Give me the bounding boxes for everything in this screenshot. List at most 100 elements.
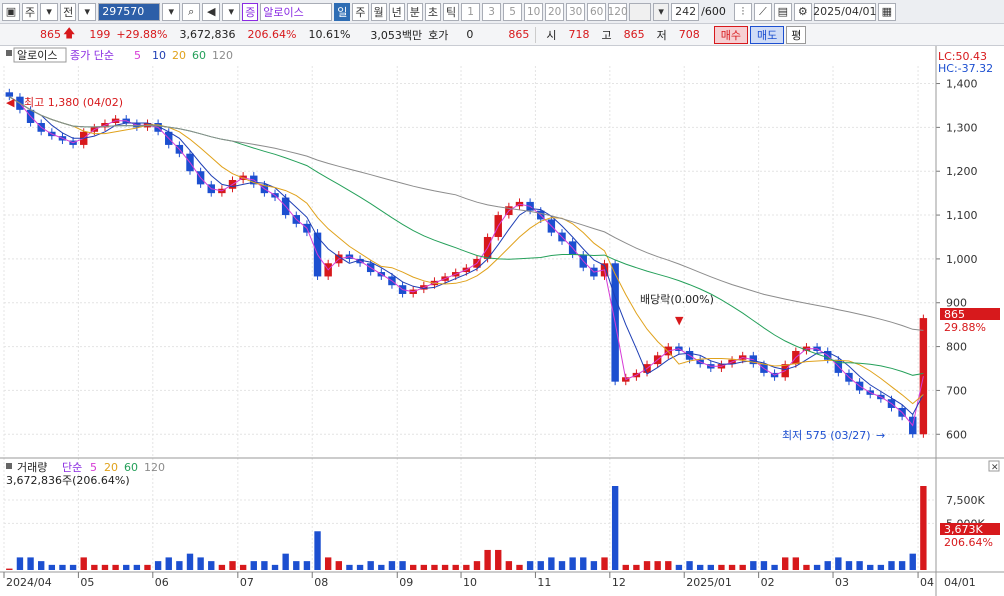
stock-code-input[interactable]: 297570 (98, 2, 161, 21)
volume-bar (728, 564, 736, 570)
tab-timeframe-minute[interactable]: 분 (406, 2, 423, 21)
chevron-down-icon[interactable]: ▾ (40, 2, 59, 21)
tab-timeframe-week[interactable]: 주 (352, 2, 369, 21)
volume-bar (282, 553, 289, 570)
volume-bar (165, 557, 172, 570)
mode-select[interactable]: 전 (60, 2, 77, 21)
x-tick-label: 04/01 (944, 576, 976, 589)
volume-bar (558, 561, 566, 570)
volume-bar (48, 564, 56, 570)
volume-bar (367, 561, 374, 570)
ma60-label: 60 (192, 49, 206, 62)
calendar-icon[interactable]: ▦ (877, 2, 896, 21)
period-button[interactable]: 10 (524, 2, 544, 21)
chevron-down-icon[interactable]: ▾ (78, 2, 97, 21)
volume-bar (399, 561, 406, 570)
count-input[interactable]: 242 (671, 2, 700, 21)
chevron-down-icon[interactable]: ▾ (162, 2, 181, 21)
tab-timeframe-day[interactable]: 일 (334, 2, 351, 21)
volume-bar (696, 564, 704, 570)
volume-bar (771, 564, 778, 570)
period-button[interactable]: 20 (545, 2, 565, 21)
volume-bar (356, 564, 364, 570)
x-tick-label: 10 (463, 576, 477, 589)
volume-bar (431, 564, 438, 570)
chart-layout-icon[interactable]: ▣ (2, 2, 20, 21)
volume-bar (888, 561, 895, 570)
period-button[interactable]: 5 (503, 2, 523, 21)
volume-ma5-label: 5 (90, 461, 97, 474)
volume-ma60-label: 60 (124, 461, 138, 474)
volume-bar (718, 564, 725, 570)
volume-bar (144, 564, 151, 570)
volume-bar (441, 564, 449, 570)
turnover-rate: 10.61% (308, 28, 351, 41)
current-price-tag-text: 865 (944, 308, 965, 321)
candle-type-icon[interactable]: ⫶ (733, 2, 752, 21)
close-icon-glyph: ✕ (991, 463, 999, 473)
period-button[interactable]: 60 (587, 2, 607, 21)
volume-bar (548, 557, 555, 570)
dividend-marker-icon: ▼ (675, 314, 684, 327)
volume-value-line: 3,672,836주(206.64%) (6, 474, 130, 487)
price-change: 199 (89, 28, 111, 41)
save-icon[interactable]: ▤ (773, 2, 792, 21)
gear-icon[interactable]: ⚙ (793, 2, 812, 21)
open-label: 시 (535, 26, 562, 43)
volume-ma-label: 단순 (62, 461, 82, 474)
period-button[interactable]: 1 (461, 2, 481, 21)
search-icon[interactable]: ⌕ (182, 2, 201, 21)
tab-timeframe-tick[interactable]: 틱 (443, 2, 460, 21)
volume-ratio: 206.64% (247, 28, 297, 41)
up-arrow-icon: 🡅 (63, 26, 76, 40)
custom-period-input[interactable] (629, 2, 652, 21)
volume-bar (420, 564, 428, 570)
sound-icon[interactable]: ◀ (202, 2, 221, 21)
volume-bar (239, 564, 247, 570)
period-button[interactable]: 3 (482, 2, 502, 21)
chevron-down-icon[interactable]: ▾ (222, 2, 241, 21)
volume-bar (516, 564, 523, 570)
high-annotation-arrow: ◀ (6, 96, 15, 109)
panel-collapse-icon[interactable] (6, 50, 12, 56)
x-tick-label: 05 (80, 576, 94, 589)
volume-bar (80, 557, 87, 570)
volume-plot (6, 486, 927, 570)
volume-bar (16, 557, 24, 570)
indicator-icon[interactable]: ⟋ (753, 2, 772, 21)
candle (919, 318, 928, 435)
low-label: 저 (656, 28, 667, 42)
buy-button[interactable]: 매수 (713, 25, 749, 44)
chevron-down-icon[interactable]: ▾ (653, 2, 670, 21)
volume-bar (123, 564, 130, 570)
period-code-select[interactable]: 주 (22, 2, 39, 21)
sell-button[interactable]: 매도 (750, 25, 785, 44)
tab-timeframe-year[interactable]: 년 (388, 2, 405, 21)
volume-bar (314, 531, 321, 570)
volume-bar (569, 557, 576, 570)
volume-bar (580, 557, 587, 570)
tab-timeframe-month[interactable]: 월 (370, 2, 387, 21)
volume-bar (495, 549, 502, 570)
volume-bar (686, 561, 693, 570)
x-tick-label: 09 (399, 576, 413, 589)
stock-name-field[interactable]: 알로이스 (260, 2, 333, 21)
volume-bar (739, 564, 746, 570)
avg-button[interactable]: 평 (786, 25, 807, 44)
period-button[interactable]: 30 (566, 2, 586, 21)
y-tick-label: 1,300 (946, 121, 978, 134)
x-tick-label: 04 (920, 576, 934, 589)
x-tick-label: 2025/01 (686, 576, 732, 589)
volume-bar (750, 561, 757, 570)
date-input[interactable]: 2025/04/01 (813, 2, 877, 21)
count-total: /600 (701, 5, 726, 18)
period-button[interactable]: 120 (608, 2, 628, 21)
main-toolbar: ▣ 주 ▾ 전 ▾ 297570 ▾ ⌕ ◀ ▾ 증 알로이스 일 주 월 년 … (0, 0, 1004, 24)
tab-timeframe-second[interactable]: 초 (424, 2, 441, 21)
volume-bar (526, 561, 534, 570)
high-value: 865 (623, 28, 645, 41)
panel-collapse-icon[interactable] (6, 463, 12, 469)
volume-bar (112, 564, 119, 570)
current-pct-tag: 29.88% (944, 321, 986, 334)
stock-chart[interactable]: 알로이스 종가 단순 5 10 20 60 120 LC:50.43 HC:-3… (0, 46, 1004, 596)
